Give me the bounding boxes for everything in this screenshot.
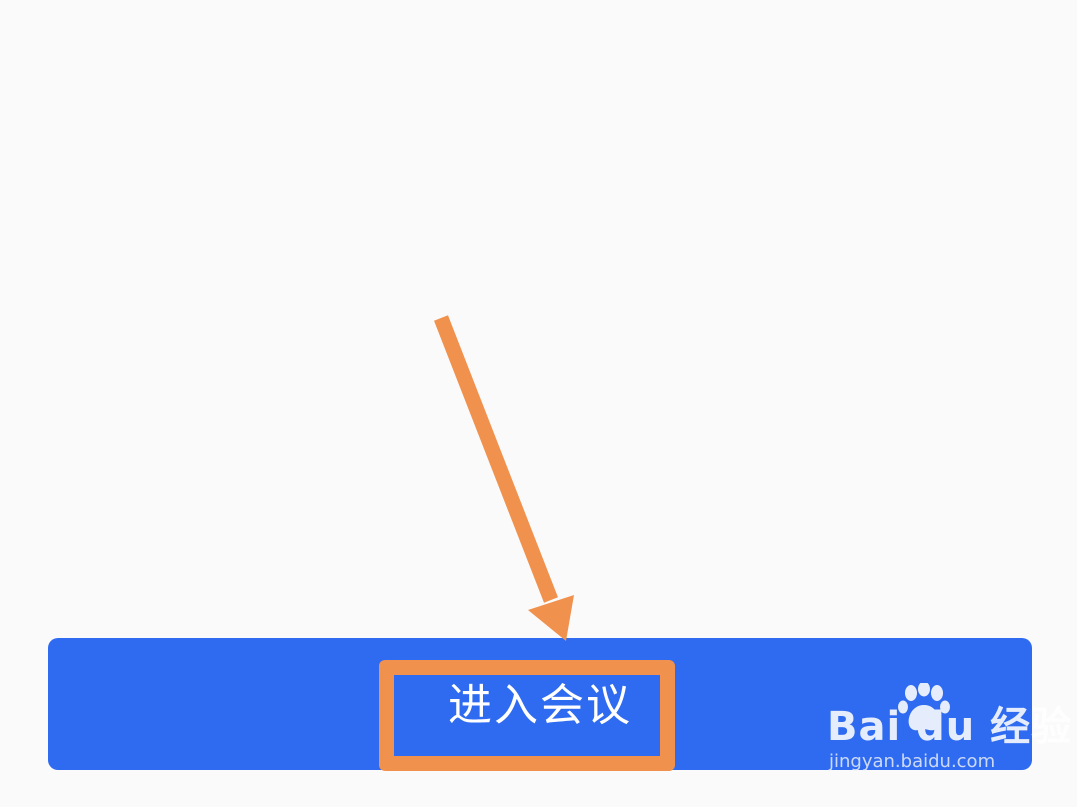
join-meeting-button[interactable]: 进入会议 [48, 638, 1032, 770]
join-meeting-label: 进入会议 [448, 680, 632, 731]
